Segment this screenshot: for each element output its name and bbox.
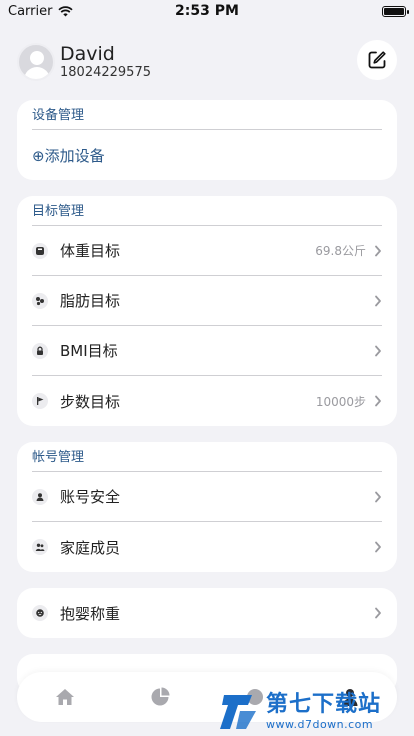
watermark-text: 第七下载站 www.d7down.com [266,692,381,731]
chevron-right-icon [375,345,381,356]
row-label: 步数目标 [60,392,121,411]
steps-goal-row[interactable]: 步数目标 10000步 [32,376,382,426]
flag-icon [32,393,48,409]
chart-icon [151,687,169,706]
profile-text: David 18024229575 [60,43,151,81]
baby-weighing-row[interactable]: 抱婴称重 [32,588,382,638]
row-label: BMI目标 [60,342,118,360]
avatar-head [30,51,44,65]
chevron-right-icon [375,607,381,619]
status-time: 2:53 PM [175,3,239,19]
avatar[interactable] [17,43,55,81]
section-title: 目标管理 [32,196,382,226]
goal-section: 目标管理 体重目标 69.8公斤 脂肪目标 BMI目标 步数目标 10000步 [17,196,397,426]
bmi-goal-row[interactable]: BMI目标 [32,326,382,376]
row-label: 脂肪目标 [60,292,121,310]
fat-goal-row[interactable]: 脂肪目标 [32,276,382,326]
battery-icon [382,5,409,17]
chevron-right-icon [375,395,381,407]
weight-goal-row[interactable]: 体重目标 69.8公斤 [32,226,382,276]
profile-header: David 18024229575 [17,40,397,84]
status-bar: Carrier 2:53 PM [0,0,414,22]
row-label: 账号安全 [60,488,121,506]
home-icon [55,689,74,705]
row-label: 体重目标 [60,242,121,260]
lock-icon [32,342,48,359]
scale-icon [32,242,48,259]
chevron-right-icon [375,491,381,502]
tab-statistics[interactable] [140,682,180,712]
baby-icon [32,605,48,621]
user-icon [32,488,48,505]
account-section: 帐号管理 账号安全 家庭成员 [17,442,397,572]
fat-icon [32,292,48,309]
profile-phone: 18024229575 [60,65,151,80]
watermark-title: 第七下载站 [266,691,382,717]
profile-name: David [60,43,115,65]
row-label: 家庭成员 [60,538,121,557]
family-icon [32,539,48,555]
chevron-right-icon [375,295,381,306]
watermark: 第七下载站 www.d7down.com [218,686,414,736]
baby-section: 抱婴称重 [17,588,397,638]
row-label: 抱婴称重 [60,604,121,623]
chevron-right-icon [375,245,381,256]
watermark-url: www.d7down.com [266,717,374,731]
tab-home[interactable] [45,682,85,712]
watermark-logo-icon [220,695,256,729]
row-value: 69.8公斤 [315,244,366,258]
avatar-body [24,67,50,79]
edit-profile-button[interactable] [357,40,397,80]
edit-icon [368,51,386,69]
battery-fill [384,7,404,15]
device-section: 设备管理 ⊕添加设备 [17,100,397,180]
row-value: 10000步 [315,394,366,409]
add-device-button[interactable]: ⊕添加设备 [32,130,382,180]
account-security-row[interactable]: 账号安全 [32,472,382,522]
section-title: 帐号管理 [32,442,382,472]
section-title: 设备管理 [32,100,382,130]
chevron-right-icon [375,541,381,553]
family-members-row[interactable]: 家庭成员 [32,522,382,572]
